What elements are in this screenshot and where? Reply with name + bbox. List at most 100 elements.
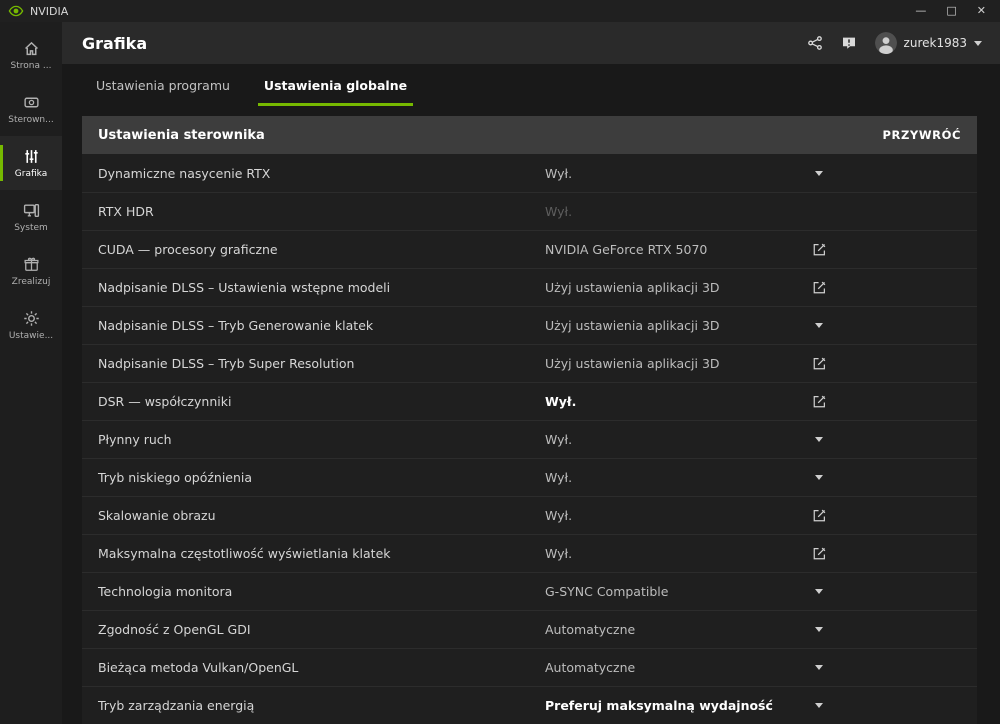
settings-row[interactable]: Bieżąca metoda Vulkan/OpenGL Automatyczn… (82, 648, 977, 686)
sidebar-item-strona-glowna[interactable]: Strona ... (0, 28, 62, 82)
sliders-icon (23, 148, 40, 165)
setting-value: Wył. (545, 470, 572, 485)
setting-label: Bieżąca metoda Vulkan/OpenGL (98, 660, 298, 675)
setting-value: Wył. (545, 508, 572, 523)
tab-ustawienia-programu[interactable]: Ustawienia programu (84, 64, 242, 106)
gear-icon (23, 310, 40, 327)
window-controls: — □ ✕ (915, 0, 992, 22)
chevron-down-icon (974, 41, 982, 46)
setting-label: Tryb zarządzania energią (98, 698, 254, 713)
setting-control[interactable] (804, 394, 834, 409)
settings-row[interactable]: Technologia monitora G-SYNC Compatible (82, 572, 977, 610)
sidebar-item-zrealizuj[interactable]: Zrealizuj (0, 244, 62, 298)
settings-row[interactable]: Nadpisanie DLSS – Tryb Generowanie klate… (82, 306, 977, 344)
chevron-down-icon (815, 437, 823, 442)
sidebar-item-label: Sterown... (8, 115, 53, 125)
minimize-button[interactable]: — (915, 0, 926, 22)
settings-row[interactable]: Maksymalna częstotliwość wyświetlania kl… (82, 534, 977, 572)
setting-control[interactable] (804, 323, 834, 328)
setting-control[interactable] (804, 280, 834, 295)
setting-label: Nadpisanie DLSS – Tryb Super Resolution (98, 356, 354, 371)
edit-icon (812, 508, 827, 523)
settings-table-header: Ustawienia sterownika PRZYWRÓĆ (82, 116, 977, 154)
setting-label: Zgodność z OpenGL GDI (98, 622, 251, 637)
restore-button[interactable]: PRZYWRÓĆ (882, 128, 961, 142)
setting-label: Nadpisanie DLSS – Ustawienia wstępne mod… (98, 280, 390, 295)
sidebar-item-label: Ustawie... (9, 331, 53, 341)
setting-control[interactable] (804, 171, 834, 176)
tab-label: Ustawienia globalne (264, 78, 407, 93)
sidebar-item-system[interactable]: System (0, 190, 62, 244)
settings-row[interactable]: Zgodność z OpenGL GDI Automatyczne (82, 610, 977, 648)
sidebar-item-label: Zrealizuj (12, 277, 51, 287)
setting-label: Tryb niskiego opóźnienia (98, 470, 252, 485)
tab-bar: Ustawienia programu Ustawienia globalne (62, 64, 1000, 106)
user-menu[interactable]: zurek1983 (875, 32, 982, 54)
setting-control[interactable] (804, 356, 834, 371)
setting-control[interactable] (804, 475, 834, 480)
chevron-down-icon (815, 627, 823, 632)
settings-row[interactable]: DSR — współczynniki Wył. (82, 382, 977, 420)
setting-value: Wył. (545, 204, 572, 219)
tab-label: Ustawienia programu (96, 78, 230, 93)
setting-control[interactable] (804, 437, 834, 442)
main-area: Grafika (62, 22, 1000, 724)
setting-value: Użyj ustawienia aplikacji 3D (545, 280, 720, 295)
settings-row[interactable]: Skalowanie obrazu Wył. (82, 496, 977, 534)
edit-icon (812, 394, 827, 409)
setting-control[interactable] (804, 627, 834, 632)
chevron-down-icon (815, 665, 823, 670)
share-icon[interactable] (807, 35, 823, 51)
main-header: Grafika (62, 22, 1000, 64)
settings-row[interactable]: Tryb niskiego opóźnienia Wył. (82, 458, 977, 496)
settings-row[interactable]: Nadpisanie DLSS – Ustawienia wstępne mod… (82, 268, 977, 306)
sidebar-item-label: System (14, 223, 48, 233)
setting-value: Automatyczne (545, 660, 635, 675)
sidebar-item-sterowniki[interactable]: Sterown... (0, 82, 62, 136)
setting-control[interactable] (804, 242, 834, 257)
setting-control[interactable] (804, 589, 834, 594)
settings-row[interactable]: RTX HDR Wył. (82, 192, 977, 230)
app-window: NVIDIA — □ ✕ Strona ... Sterown... Grafi… (0, 0, 1000, 724)
settings-row[interactable]: Nadpisanie DLSS – Tryb Super Resolution … (82, 344, 977, 382)
setting-value: Automatyczne (545, 622, 635, 637)
settings-row[interactable]: Dynamiczne nasycenie RTX Wył. (82, 154, 977, 192)
setting-value: NVIDIA GeForce RTX 5070 (545, 242, 707, 257)
setting-label: Dynamiczne nasycenie RTX (98, 166, 270, 181)
settings-row[interactable]: Płynny ruch Wył. (82, 420, 977, 458)
content: Ustawienia sterownika PRZYWRÓĆ Dynamiczn… (62, 106, 1000, 724)
setting-control[interactable] (804, 703, 834, 708)
chevron-down-icon (815, 589, 823, 594)
setting-value: Wył. (545, 394, 576, 409)
settings-rows: Dynamiczne nasycenie RTX Wył. RTX HDR Wy… (82, 154, 977, 724)
sidebar-item-ustawienia[interactable]: Ustawie... (0, 298, 62, 352)
setting-value: Preferuj maksymalną wydajność (545, 698, 773, 713)
sidebar-item-label: Strona ... (11, 61, 52, 71)
setting-control[interactable] (804, 665, 834, 670)
setting-label: RTX HDR (98, 204, 154, 219)
system-icon (23, 202, 40, 219)
maximize-button[interactable]: □ (946, 0, 956, 22)
sidebar: Strona ... Sterown... Grafika System Zre… (0, 22, 62, 724)
setting-label: CUDA — procesory graficzne (98, 242, 278, 257)
settings-table: Ustawienia sterownika PRZYWRÓĆ Dynamiczn… (82, 116, 977, 724)
settings-row[interactable]: Tryb zarządzania energią Preferuj maksym… (82, 686, 977, 724)
settings-row[interactable]: CUDA — procesory graficzne NVIDIA GeForc… (82, 230, 977, 268)
tab-ustawienia-globalne[interactable]: Ustawienia globalne (252, 64, 419, 106)
setting-control[interactable] (804, 546, 834, 561)
setting-label: Płynny ruch (98, 432, 172, 447)
setting-label: Skalowanie obrazu (98, 508, 216, 523)
setting-value: Wył. (545, 546, 572, 561)
feedback-icon[interactable] (841, 35, 857, 51)
page-title: Grafika (82, 34, 147, 53)
home-icon (23, 40, 40, 57)
chevron-down-icon (815, 323, 823, 328)
setting-label: DSR — współczynniki (98, 394, 231, 409)
gift-icon (23, 256, 40, 273)
setting-control[interactable] (804, 508, 834, 523)
chevron-down-icon (815, 171, 823, 176)
close-button[interactable]: ✕ (977, 0, 986, 22)
header-actions: zurek1983 (807, 32, 982, 54)
window-title: NVIDIA (30, 5, 68, 18)
sidebar-item-grafika[interactable]: Grafika (0, 136, 62, 190)
